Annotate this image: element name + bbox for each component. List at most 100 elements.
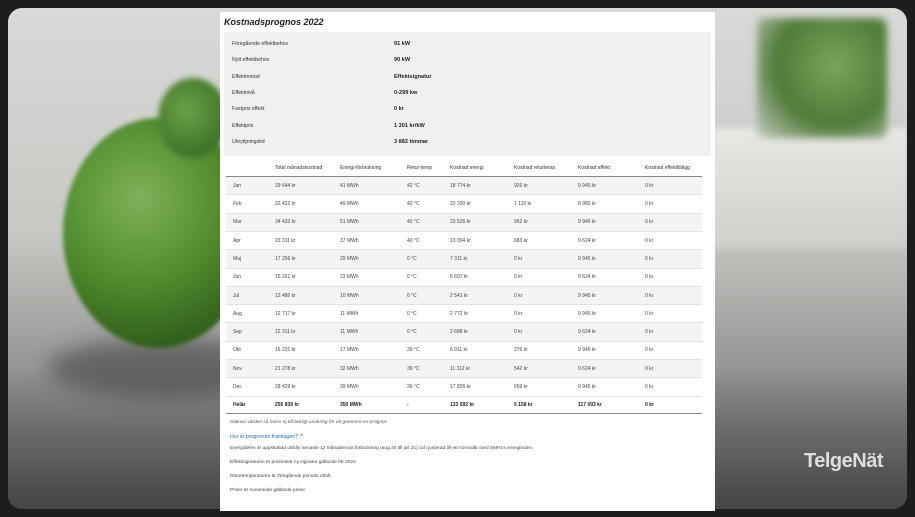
- table-total-cell: 0 kr: [645, 395, 702, 414]
- table-total-cell: 133 592 kr: [450, 395, 514, 414]
- table-cell: 926 kr: [514, 176, 578, 196]
- table-cell: 49 MWh: [340, 194, 407, 214]
- table-row: Apr 23 311 kr 37 MWh 40 °C 13 004 kr 683 kr 9 …: [226, 231, 702, 251]
- table-row: Jul 12 486 kr 10 MWh 0 °C 2 541 kr 0 kr 9 945 …: [226, 286, 702, 306]
- table-total-cell: 350 MWh: [340, 395, 407, 414]
- how-forecast-link[interactable]: Hur är prognosen framtagen? ^: [230, 434, 715, 440]
- table-row: Jan 29 644 kr 41 MWh 42 °C 18 774 kr 926 kr 9 …: [226, 176, 702, 196]
- info-value: 0-299 kw: [394, 90, 418, 97]
- info-value: 91 kW: [394, 41, 411, 48]
- table-total-cell: 255 839 kr: [275, 395, 340, 414]
- table-cell: 6 011 kr: [450, 341, 514, 361]
- table-cell: 23 526 kr: [450, 213, 514, 232]
- table-cell: Feb: [226, 194, 275, 214]
- table-cell: Aug: [226, 304, 275, 324]
- table-cell: Jan: [226, 176, 275, 196]
- forecast-table-container: Total månadskostnad Energi-förbrukning Ret…: [226, 162, 709, 414]
- info-value: 0 kr: [394, 106, 404, 113]
- table-cell: 39 °C: [407, 341, 450, 361]
- forecast-table: Total månadskostnad Energi-förbrukning Ret…: [226, 162, 702, 414]
- table-cell: 11 112 kr: [450, 359, 514, 379]
- table-cell: 5 697 kr: [450, 268, 514, 287]
- table-total-cell: 5 158 kr: [514, 395, 578, 414]
- table-total-cell: -: [407, 395, 450, 414]
- info-row: Effektpris 1 301 kr/kW: [224, 117, 711, 133]
- table-cell: 683 kr: [514, 231, 578, 251]
- table-cell: 12 311 kr: [275, 322, 340, 342]
- table-cell: 17 MWh: [340, 341, 407, 361]
- column-header: Kostnad returtemp: [514, 162, 578, 178]
- table-cell: 29 644 kr: [275, 176, 340, 196]
- info-row: Effektmetod Effektsignatur: [224, 69, 711, 85]
- table-cell: 9 945 kr: [578, 213, 645, 232]
- table-cell: 0 kr: [645, 249, 702, 269]
- info-row: Nytt effektbehov 90 kW: [224, 52, 711, 68]
- table-row: Aug 12 717 kr 11 MWh 0 °C 2 772 kr 0 kr 9 945 …: [226, 304, 702, 324]
- info-row: Effektnivå 0-299 kw: [224, 85, 711, 101]
- table-cell: 8 982 kr: [578, 194, 645, 214]
- table-cell: 17 826 kr: [450, 377, 514, 397]
- table-cell: 16 231 kr: [275, 341, 340, 361]
- table-cell: 32 422 kr: [275, 194, 340, 214]
- table-cell: 9 624 kr: [578, 268, 645, 287]
- table-cell: 9 945 kr: [578, 377, 645, 397]
- info-value: 90 kW: [394, 57, 411, 64]
- table-cell: 0 kr: [645, 286, 702, 306]
- table-cell: 18 774 kr: [450, 176, 514, 196]
- info-label: Effektnivå: [232, 90, 255, 97]
- column-header: Kostnad energi: [450, 162, 514, 178]
- table-cell: 34 433 kr: [275, 213, 340, 232]
- table-cell: Jul: [226, 286, 275, 306]
- table-cell: 40 °C: [407, 213, 450, 232]
- page-title: Kostnadsprognos 2022: [220, 12, 715, 32]
- table-cell: Apr: [226, 231, 275, 251]
- table-row: Dec 28 429 kr 39 MWh 39 °C 17 826 kr 659 kr 9 …: [226, 377, 702, 397]
- column-header: [226, 162, 275, 178]
- info-summary: Föregående effektbehov 91 kW Nytt effektbe…: [224, 32, 711, 157]
- info-row: Utnyttjningstid 3 882 timmar: [224, 134, 711, 150]
- table-cell: 962 kr: [514, 213, 578, 232]
- table-cell: 659 kr: [514, 377, 578, 397]
- explanation-paragraph: Priser är nuvarande gällande priser.: [230, 487, 306, 493]
- info-label: Föregående effektbehov: [232, 41, 289, 48]
- table-cell: 0 kr: [645, 304, 702, 324]
- table-cell: 0 °C: [407, 249, 450, 269]
- table-cell: 42 °C: [407, 176, 450, 196]
- table-cell: Mar: [226, 213, 275, 232]
- table-cell: 10 MWh: [340, 286, 407, 306]
- table-row: Feb 32 422 kr 49 MWh 42 °C 22 330 kr 1 110 kr…: [226, 194, 702, 214]
- table-cell: Okt: [226, 341, 275, 361]
- column-header: Kostnad effekttillägg: [645, 162, 702, 178]
- table-cell: 39 °C: [407, 377, 450, 397]
- explanation-paragraph: Returtemperaturen är föregående periods …: [230, 473, 332, 479]
- table-cell: Nov: [226, 359, 275, 379]
- table-cell: 276 kr: [514, 341, 578, 361]
- info-value: 3 882 timmar: [394, 138, 429, 145]
- table-cell: 0 kr: [645, 341, 702, 361]
- table-cell: 7 311 kr: [450, 249, 514, 269]
- table-cell: 23 MWh: [340, 268, 407, 287]
- table-cell: 1 110 kr: [514, 194, 578, 214]
- table-cell: 11 MWh: [340, 304, 407, 324]
- table-cell: 32 MWh: [340, 359, 407, 379]
- table-cell: 0 kr: [645, 322, 702, 342]
- table-cell: 9 945 kr: [578, 249, 645, 269]
- brand-logo: TelgeNät: [804, 450, 883, 472]
- table-cell: 0 kr: [514, 304, 578, 324]
- table-row: Sep 12 311 kr 11 MWh 0 °C 2 688 kr 0 kr 9 624 …: [226, 322, 702, 342]
- explanation-paragraph: Effektsignaturen är preliminär ny signat…: [230, 459, 356, 465]
- table-cell: Sep: [226, 322, 275, 342]
- info-row: Föregående effektbehov 91 kW: [224, 36, 711, 52]
- table-cell: 0 °C: [407, 322, 450, 342]
- table-cell: 0 kr: [514, 286, 578, 306]
- table-cell: 21 278 kr: [275, 359, 340, 379]
- table-cell: 9 624 kr: [578, 359, 645, 379]
- table-cell: 42 °C: [407, 194, 450, 214]
- table-cell: 0 kr: [514, 268, 578, 287]
- table-cell: 2 772 kr: [450, 304, 514, 324]
- table-row: Maj 17 256 kr 29 MWh 0 °C 7 311 kr 0 kr 9 945 …: [226, 249, 702, 269]
- forecast-panel: Kostnadsprognos 2022 Föregående effektbe…: [220, 12, 715, 511]
- table-cell: Dec: [226, 377, 275, 397]
- table-cell: 0 kr: [645, 268, 702, 287]
- table-cell: 0 kr: [645, 194, 702, 214]
